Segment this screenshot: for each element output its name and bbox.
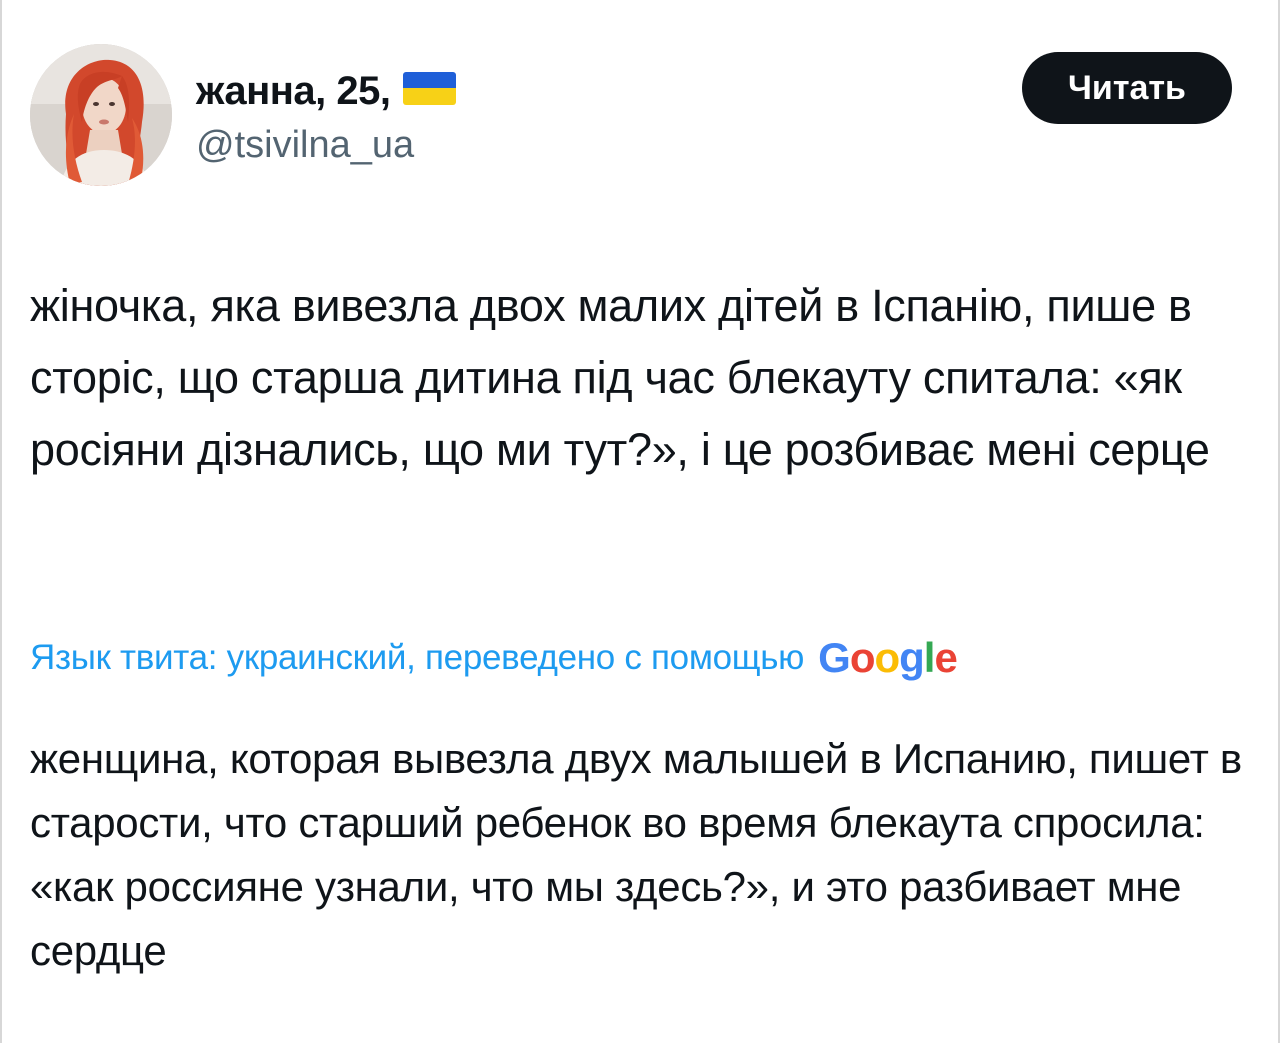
follow-button[interactable]: Читать bbox=[1022, 52, 1232, 124]
author-info: жанна, 25, @tsivilna_ua bbox=[196, 66, 456, 167]
translated-text: женщина, которая вывезла двух малышей в … bbox=[30, 735, 1242, 974]
google-logo-letter: G bbox=[818, 634, 851, 681]
google-logo-letter: e bbox=[934, 634, 957, 681]
google-logo-letter: l bbox=[923, 634, 936, 681]
display-name[interactable]: жанна, 25, bbox=[196, 69, 391, 114]
tweet-text: жіночка, яка вивезла двох малих дітей в … bbox=[30, 280, 1210, 475]
flag-yellow-stripe bbox=[402, 88, 456, 105]
google-logo-letter: g bbox=[899, 634, 925, 681]
tweet-header: жанна, 25, @tsivilna_ua Читать bbox=[30, 44, 1240, 190]
avatar[interactable] bbox=[30, 44, 172, 186]
google-logo-letter: o bbox=[849, 634, 876, 681]
translation-label[interactable]: Язык твита: украинский, переведено с пом… bbox=[30, 638, 804, 678]
ukraine-flag-icon bbox=[402, 71, 456, 105]
user-avatar bbox=[30, 44, 172, 186]
flag-blue-stripe bbox=[402, 71, 456, 88]
tweet-card: жанна, 25, @tsivilna_ua Читать жіночка, … bbox=[0, 0, 1280, 1043]
google-logo-icon: Google bbox=[818, 634, 958, 682]
google-logo-letter: o bbox=[874, 634, 900, 681]
user-handle[interactable]: @tsivilna_ua bbox=[196, 124, 456, 167]
display-name-row: жанна, 25, bbox=[196, 66, 456, 116]
translation-notice[interactable]: Язык твита: украинский, переведено с пом… bbox=[30, 628, 1260, 688]
